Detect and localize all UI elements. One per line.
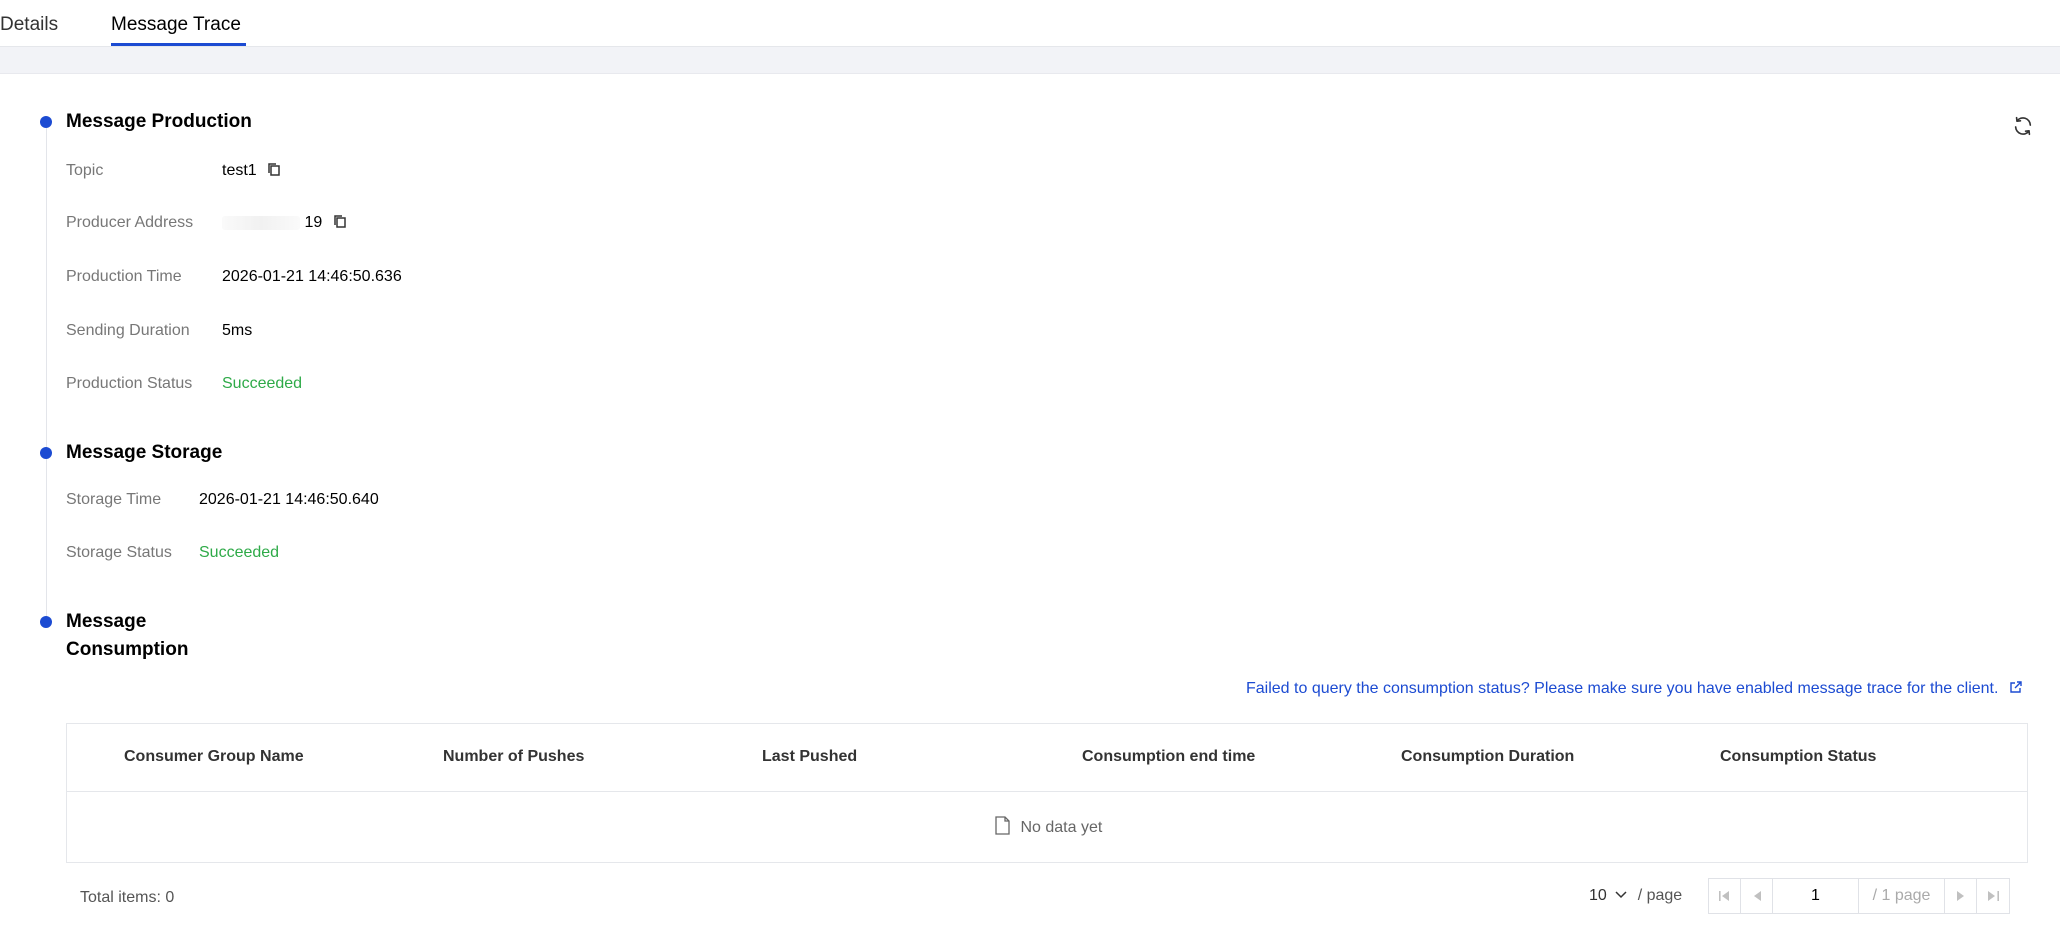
storage-time-value: 2026-01-21 14:46:50.640 <box>199 491 379 508</box>
consumption-help-link-text[interactable]: Failed to query the consumption status? … <box>1246 680 1998 697</box>
production-time-value: 2026-01-21 14:46:50.636 <box>222 268 402 285</box>
topic-value: test1 <box>222 162 257 179</box>
consumption-help-link[interactable]: Failed to query the consumption status? … <box>1246 680 2022 699</box>
pager: 1 / 1 page <box>1708 878 2010 914</box>
file-icon <box>995 816 1010 840</box>
page-number-input[interactable]: 1 <box>1773 879 1859 913</box>
col-last-pushed: Last Pushed <box>762 748 858 765</box>
active-tab-indicator <box>111 43 246 46</box>
col-number-of-pushes: Number of Pushes <box>443 748 585 765</box>
total-items: Total items: 0 <box>80 889 175 906</box>
timeline-line <box>46 122 47 622</box>
total-pages: / 1 page <box>1859 879 1945 913</box>
timeline-dot-production <box>40 116 52 128</box>
refresh-icon[interactable] <box>2012 115 2034 137</box>
sending-duration-label: Sending Duration <box>66 322 190 339</box>
storage-time-label: Storage Time <box>66 491 162 508</box>
producer-address-value: 19 <box>304 214 323 231</box>
chevron-down-icon[interactable] <box>1615 886 1627 904</box>
header-band <box>0 47 2060 74</box>
table-header: Consumer Group Name Number of Pushes Las… <box>67 724 2027 792</box>
table-empty-state: No data yet <box>67 792 2027 862</box>
first-page-button[interactable] <box>1709 879 1741 913</box>
consumption-table: Consumer Group Name Number of Pushes Las… <box>66 723 2028 863</box>
section-title-consumption-line1: Message <box>66 611 147 632</box>
next-page-button[interactable] <box>1945 879 1977 913</box>
producer-address-label: Producer Address <box>66 214 194 231</box>
tab-message-trace[interactable]: Message Trace <box>111 14 241 36</box>
per-page-label: / page <box>1637 887 1683 904</box>
storage-status-label: Storage Status <box>66 544 172 561</box>
tab-bar <box>0 0 2060 47</box>
redacted-ip <box>222 215 300 230</box>
storage-status-value: Succeeded <box>199 544 280 561</box>
external-link-icon <box>2009 681 2022 699</box>
sending-duration-value: 5ms <box>222 322 253 339</box>
page-size-value[interactable]: 10 <box>1589 887 1607 904</box>
production-status-label: Production Status <box>66 375 193 392</box>
page-size-select[interactable]: 10 / page <box>1589 886 1682 905</box>
col-consumer-group-name: Consumer Group Name <box>124 748 304 765</box>
last-page-button[interactable] <box>1977 879 2009 913</box>
production-status-value: Succeeded <box>222 375 303 392</box>
section-title-production: Message Production <box>66 111 252 132</box>
col-consumption-duration: Consumption Duration <box>1401 748 1575 765</box>
topic-label: Topic <box>66 162 104 179</box>
prev-page-button[interactable] <box>1741 879 1773 913</box>
copy-icon[interactable] <box>333 214 349 230</box>
topic-value-wrap: test1 <box>222 162 283 180</box>
section-title-consumption-line2: Consumption <box>66 639 189 660</box>
copy-icon[interactable] <box>267 162 283 178</box>
col-consumption-status: Consumption Status <box>1720 748 1877 765</box>
production-time-label: Production Time <box>66 268 182 285</box>
producer-address-wrap: 19 <box>222 214 349 232</box>
section-title-storage: Message Storage <box>66 442 223 463</box>
timeline-dot-storage <box>40 447 52 459</box>
col-consumption-end-time: Consumption end time <box>1082 748 1256 765</box>
tab-details[interactable]: Details <box>0 14 58 36</box>
timeline-dot-consumption <box>40 616 52 628</box>
empty-text: No data yet <box>1020 819 1103 836</box>
